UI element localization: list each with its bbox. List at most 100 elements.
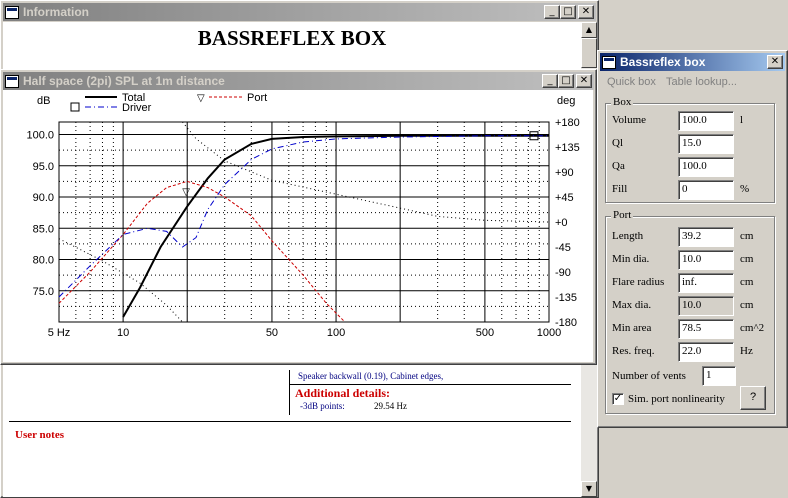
- port-field-label: Max dia.: [612, 299, 652, 311]
- help-button[interactable]: ?: [740, 386, 766, 410]
- scroll-up-button[interactable]: ▲: [581, 22, 597, 38]
- detail-value: 29.54 Hz: [374, 401, 407, 411]
- y-tick-label-left: 75.0: [33, 286, 54, 298]
- port-field-input: 10.0: [678, 296, 734, 316]
- x-tick-label: 50: [266, 327, 278, 339]
- plot-frame: [58, 121, 550, 323]
- close-button[interactable]: ✕: [576, 74, 592, 88]
- port-field-input[interactable]: 10.0: [678, 250, 734, 270]
- user-notes-title: User notes: [15, 429, 64, 441]
- minimize-button[interactable]: _: [544, 5, 560, 19]
- y-tick-label-right: +90: [555, 167, 574, 179]
- x-tick-label: 500: [476, 327, 494, 339]
- scroll-thumb[interactable]: [581, 38, 597, 68]
- speaker-line: Speaker backwall (0.19), Cabinet edges,: [298, 371, 444, 381]
- sim-port-label: Sim. port nonlinearity: [628, 393, 725, 405]
- box-field-unit: %: [740, 183, 750, 195]
- y-tick-label-left: 90.0: [33, 192, 54, 204]
- port-field-label: Flare radius: [612, 276, 665, 288]
- window-icon: [5, 5, 19, 19]
- y-axis-left-label: dB: [37, 95, 50, 107]
- x-tick-label: 5 Hz: [48, 327, 71, 339]
- chart-titlebar[interactable]: Half space (2pi) SPL at 1m distance _ □ …: [3, 72, 594, 90]
- bassreflex-titlebar[interactable]: Bassreflex box ✕: [600, 53, 785, 71]
- port-field-unit: cm: [740, 253, 754, 265]
- information-titlebar[interactable]: Information _ □ ✕: [3, 3, 596, 21]
- x-tick-label: 10: [117, 327, 129, 339]
- port-field-label: Min area: [612, 322, 652, 334]
- information-title: Information: [23, 5, 89, 19]
- series-line-driver-phase: [58, 238, 183, 323]
- port-field-label: Length: [612, 230, 644, 242]
- scroll-down-button[interactable]: ▼: [581, 481, 597, 497]
- port-field-unit: Hz: [740, 345, 753, 357]
- minimize-button[interactable]: _: [542, 74, 558, 88]
- y-tick-label-right: -90: [555, 267, 571, 279]
- port-marker: ▽: [182, 187, 190, 198]
- y-tick-label-right: -180: [555, 317, 577, 329]
- port-field-label: Min dia.: [612, 253, 650, 265]
- maximize-button[interactable]: □: [558, 74, 574, 88]
- y-tick-label-left: 80.0: [33, 255, 54, 267]
- x-tick-label: 100: [327, 327, 345, 339]
- report-heading: BASSREFLEX BOX: [197, 26, 387, 50]
- chart-title: Half space (2pi) SPL at 1m distance: [23, 74, 225, 88]
- port-field-unit: cm: [740, 276, 754, 288]
- legend-driver-marker: [70, 102, 80, 112]
- box-field-label: Volume: [612, 114, 647, 126]
- close-button[interactable]: ✕: [578, 5, 594, 19]
- chart-content: Total ▽ Port Driver dB deg 5 Hz 10 50 100 50…: [3, 90, 593, 362]
- y-tick-label-left: 100.0: [26, 130, 54, 142]
- notes-rule: [9, 421, 571, 422]
- box-field-label: Fill: [612, 183, 628, 195]
- box-field-unit: l: [740, 114, 744, 126]
- maximize-button[interactable]: □: [560, 5, 576, 19]
- sim-port-checkbox[interactable]: ✓: [612, 393, 624, 405]
- port-field-input[interactable]: inf.: [678, 273, 734, 293]
- y-tick-label-right: +45: [555, 192, 574, 204]
- additional-details-title: Additional details:: [295, 386, 391, 400]
- port-field-unit: cm^2: [740, 322, 765, 334]
- legend-port-label: Port: [247, 92, 267, 104]
- box-field-label: Qa: [612, 160, 625, 172]
- y-tick-label-left: 95.0: [33, 161, 54, 173]
- report-divider: [289, 370, 290, 415]
- box-field-input[interactable]: 15.0: [678, 134, 734, 154]
- report-rule: [289, 384, 571, 385]
- y-tick-label-right: +0: [555, 217, 568, 229]
- detail-label: -3dB points:: [300, 401, 345, 411]
- y-tick-label-right: -135: [555, 292, 577, 304]
- series-line-driver: [58, 135, 549, 298]
- box-field-input[interactable]: 0: [678, 180, 734, 200]
- box-group-title: Box: [611, 96, 634, 108]
- box-field-input[interactable]: 100.0: [678, 111, 734, 131]
- box-field-input[interactable]: 100.0: [678, 157, 734, 177]
- y-tick-label-left: 85.0: [33, 223, 54, 235]
- legend-driver-label: Driver: [122, 102, 152, 114]
- vents-input[interactable]: 1: [702, 366, 736, 386]
- spl-chart: Total ▽ Port Driver dB deg 5 Hz 10 50 100 50…: [26, 92, 580, 339]
- y-tick-label-right: +135: [555, 142, 580, 154]
- port-field-input[interactable]: 22.0: [678, 342, 734, 362]
- chart-window-icon: [5, 74, 19, 88]
- port-field-input[interactable]: 39.2: [678, 227, 734, 247]
- port-field-label: Res. freq.: [612, 345, 655, 357]
- bassreflex-title: Bassreflex box: [620, 55, 706, 69]
- port-field-input[interactable]: 78.5: [678, 319, 734, 339]
- series-line-port: [58, 180, 346, 323]
- dialog-window-icon: [602, 55, 616, 69]
- chart-window: Half space (2pi) SPL at 1m distance _ □ …: [0, 69, 597, 365]
- menu-quick-box[interactable]: Quick box: [607, 76, 656, 88]
- menu-table-lookup[interactable]: Table lookup...: [666, 76, 737, 88]
- close-button[interactable]: ✕: [767, 55, 783, 69]
- vents-label: Number of vents: [612, 370, 686, 382]
- y-tick-label-right: -45: [555, 242, 571, 254]
- box-field-label: Ql: [612, 137, 623, 149]
- port-field-unit: cm: [740, 230, 754, 242]
- legend-port-marker: ▽: [197, 93, 205, 104]
- y-axis-right-label: deg: [557, 95, 575, 107]
- y-tick-label-right: +180: [555, 117, 580, 129]
- port-field-unit: cm: [740, 299, 754, 311]
- port-group-title: Port: [611, 209, 634, 221]
- bassreflex-box-window: Bassreflex box ✕ Quick box Table lookup.…: [597, 50, 788, 428]
